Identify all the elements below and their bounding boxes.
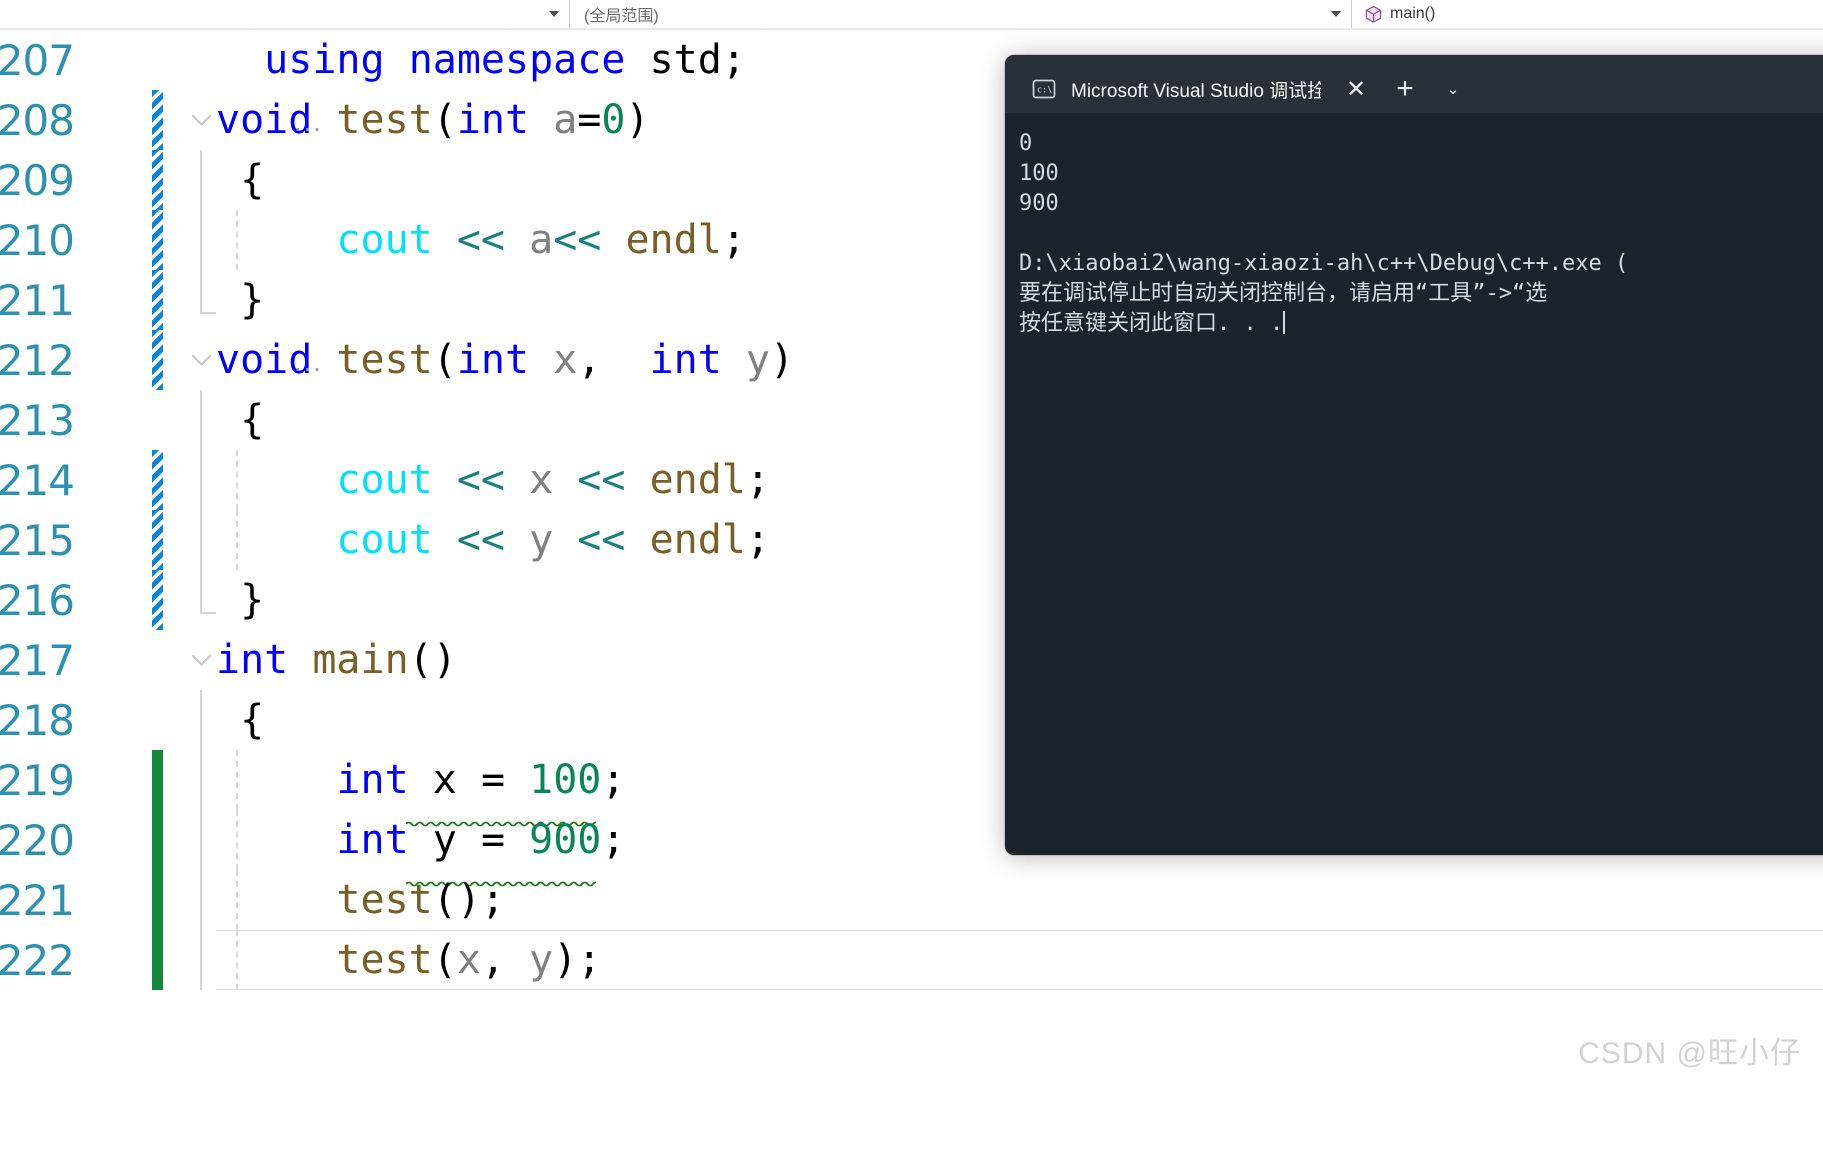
console-tab-title: Microsoft Visual Studio 调试拴 bbox=[1071, 80, 1321, 102]
saved-change-marker bbox=[152, 930, 163, 990]
debug-console-window[interactable]: c:\ Microsoft Visual Studio 调试拴 ✕ + ⌄ 0 1… bbox=[1005, 55, 1823, 855]
line-number: 217 bbox=[0, 635, 75, 685]
code-line-text: int main() bbox=[216, 637, 457, 683]
quick-actions-dots-icon[interactable]: ... bbox=[294, 109, 323, 137]
line-number: 220 bbox=[0, 815, 75, 865]
chevron-down-icon[interactable] bbox=[549, 11, 559, 17]
code-line[interactable]: 221 test(); bbox=[0, 870, 1823, 930]
line-number: 207 bbox=[0, 35, 75, 85]
outline-bar-end bbox=[200, 312, 216, 314]
outline-bar bbox=[200, 210, 202, 270]
code-line-text: cout << a<< endl; bbox=[336, 217, 746, 263]
console-output-line: 要在调试停止时自动关闭控制台，请启用“工具”->“选 bbox=[1019, 281, 1548, 306]
line-number: 216 bbox=[0, 575, 75, 625]
fold-chevron-down-icon[interactable] bbox=[186, 630, 216, 690]
line-number: 208 bbox=[0, 95, 75, 145]
code-line-text: int x = 100; bbox=[216, 750, 625, 827]
line-number: 218 bbox=[0, 695, 75, 745]
code-line-text: void test(int a=0)... bbox=[216, 97, 650, 143]
error-squiggle bbox=[405, 852, 605, 887]
outline-bar bbox=[200, 450, 202, 510]
code-line-text: void test(int x, int y)... bbox=[216, 337, 795, 383]
outline-bar bbox=[200, 150, 202, 210]
code-line-text: using namespace std; bbox=[264, 37, 746, 83]
code-line-text: int y = 900; bbox=[216, 810, 625, 887]
project-scope-dropdown[interactable] bbox=[0, 0, 570, 28]
code-line[interactable]: 222 test(x, y); bbox=[0, 930, 1823, 990]
line-number: 221 bbox=[0, 875, 75, 925]
new-tab-button[interactable]: + bbox=[1379, 65, 1431, 113]
outline-bar bbox=[200, 570, 202, 612]
outline-bar bbox=[200, 510, 202, 570]
console-tab-strip: c:\ Microsoft Visual Studio 调试拴 ✕ + ⌄ bbox=[1005, 55, 1823, 113]
line-number: 209 bbox=[0, 155, 75, 205]
member-scope-dropdown[interactable]: main() bbox=[1352, 0, 1823, 28]
outline-bar bbox=[200, 390, 202, 450]
unsaved-change-marker bbox=[152, 510, 163, 570]
console-output-line: 100 bbox=[1019, 161, 1059, 186]
unsaved-change-marker bbox=[152, 450, 163, 510]
fold-chevron-down-icon[interactable] bbox=[186, 90, 216, 150]
code-line-text: { bbox=[216, 697, 265, 743]
unsaved-change-marker bbox=[152, 210, 163, 270]
outline-bar-end bbox=[200, 612, 216, 614]
saved-change-marker bbox=[152, 810, 163, 870]
console-output-line: 900 bbox=[1019, 191, 1059, 216]
global-scope-dropdown[interactable]: (全局范围) bbox=[570, 0, 1352, 28]
outline-bar bbox=[200, 810, 202, 870]
console-caret bbox=[1283, 311, 1286, 334]
member-scope-value: main() bbox=[1390, 5, 1436, 22]
code-line-text: { bbox=[216, 157, 265, 203]
line-number: 219 bbox=[0, 755, 75, 805]
outline-bar bbox=[200, 870, 202, 930]
line-number: 212 bbox=[0, 335, 75, 385]
console-tab[interactable]: c:\ Microsoft Visual Studio 调试拴 ✕ bbox=[1015, 65, 1379, 113]
unsaved-change-marker bbox=[152, 270, 163, 330]
console-output-line: D:\xiaobai2\wang-xiaozi-ah\c++\Debug\c++… bbox=[1019, 251, 1629, 276]
chevron-down-icon[interactable]: ⌄ bbox=[1431, 65, 1475, 113]
unsaved-change-marker bbox=[152, 150, 163, 210]
code-line-text: { bbox=[216, 397, 265, 443]
outline-bar bbox=[200, 690, 202, 750]
line-number: 214 bbox=[0, 455, 75, 505]
svg-text:c:\: c:\ bbox=[1037, 86, 1052, 96]
unsaved-change-marker bbox=[152, 330, 163, 390]
unsaved-change-marker bbox=[152, 570, 163, 630]
line-number: 211 bbox=[0, 275, 75, 325]
csdn-watermark: CSDN @旺小仔 bbox=[1578, 1037, 1801, 1070]
outline-bar bbox=[200, 930, 202, 990]
saved-change-marker bbox=[152, 870, 163, 930]
code-line-text: } bbox=[216, 577, 265, 623]
method-cube-icon bbox=[1364, 5, 1383, 24]
outline-bar bbox=[200, 270, 202, 312]
line-number: 215 bbox=[0, 515, 75, 565]
line-number: 213 bbox=[0, 395, 75, 445]
line-number: 222 bbox=[0, 935, 75, 985]
code-line-text: test(x, y); bbox=[336, 937, 602, 983]
saved-change-marker bbox=[152, 750, 163, 810]
global-scope-value: (全局范围) bbox=[584, 8, 659, 25]
close-icon[interactable]: ✕ bbox=[1343, 75, 1369, 104]
unsaved-change-marker bbox=[152, 90, 163, 150]
console-cmd-icon: c:\ bbox=[1031, 76, 1057, 102]
quick-actions-dots-icon[interactable]: ... bbox=[294, 349, 323, 377]
editor-navigation-bar: (全局范围) main() bbox=[0, 0, 1823, 28]
line-number: 210 bbox=[0, 215, 75, 265]
outline-bar bbox=[200, 750, 202, 810]
code-line-text: cout << y << endl; bbox=[336, 517, 770, 563]
error-squiggle bbox=[405, 792, 605, 827]
code-line-text: test(); bbox=[336, 877, 505, 923]
code-line-text: } bbox=[216, 277, 265, 323]
vs-editor-screen: (全局范围) main() 207 using namespace std; 20… bbox=[0, 0, 1823, 1158]
console-output-line: 0 bbox=[1019, 131, 1033, 156]
chevron-down-icon[interactable] bbox=[1331, 11, 1341, 17]
fold-chevron-down-icon[interactable] bbox=[186, 330, 216, 390]
console-output: 0 100 900 D:\xiaobai2\wang-xiaozi-ah\c++\D… bbox=[1005, 113, 1823, 339]
console-output-line: 按任意键关闭此窗口. . . bbox=[1019, 311, 1286, 336]
code-line-text: cout << x << endl; bbox=[336, 457, 770, 503]
